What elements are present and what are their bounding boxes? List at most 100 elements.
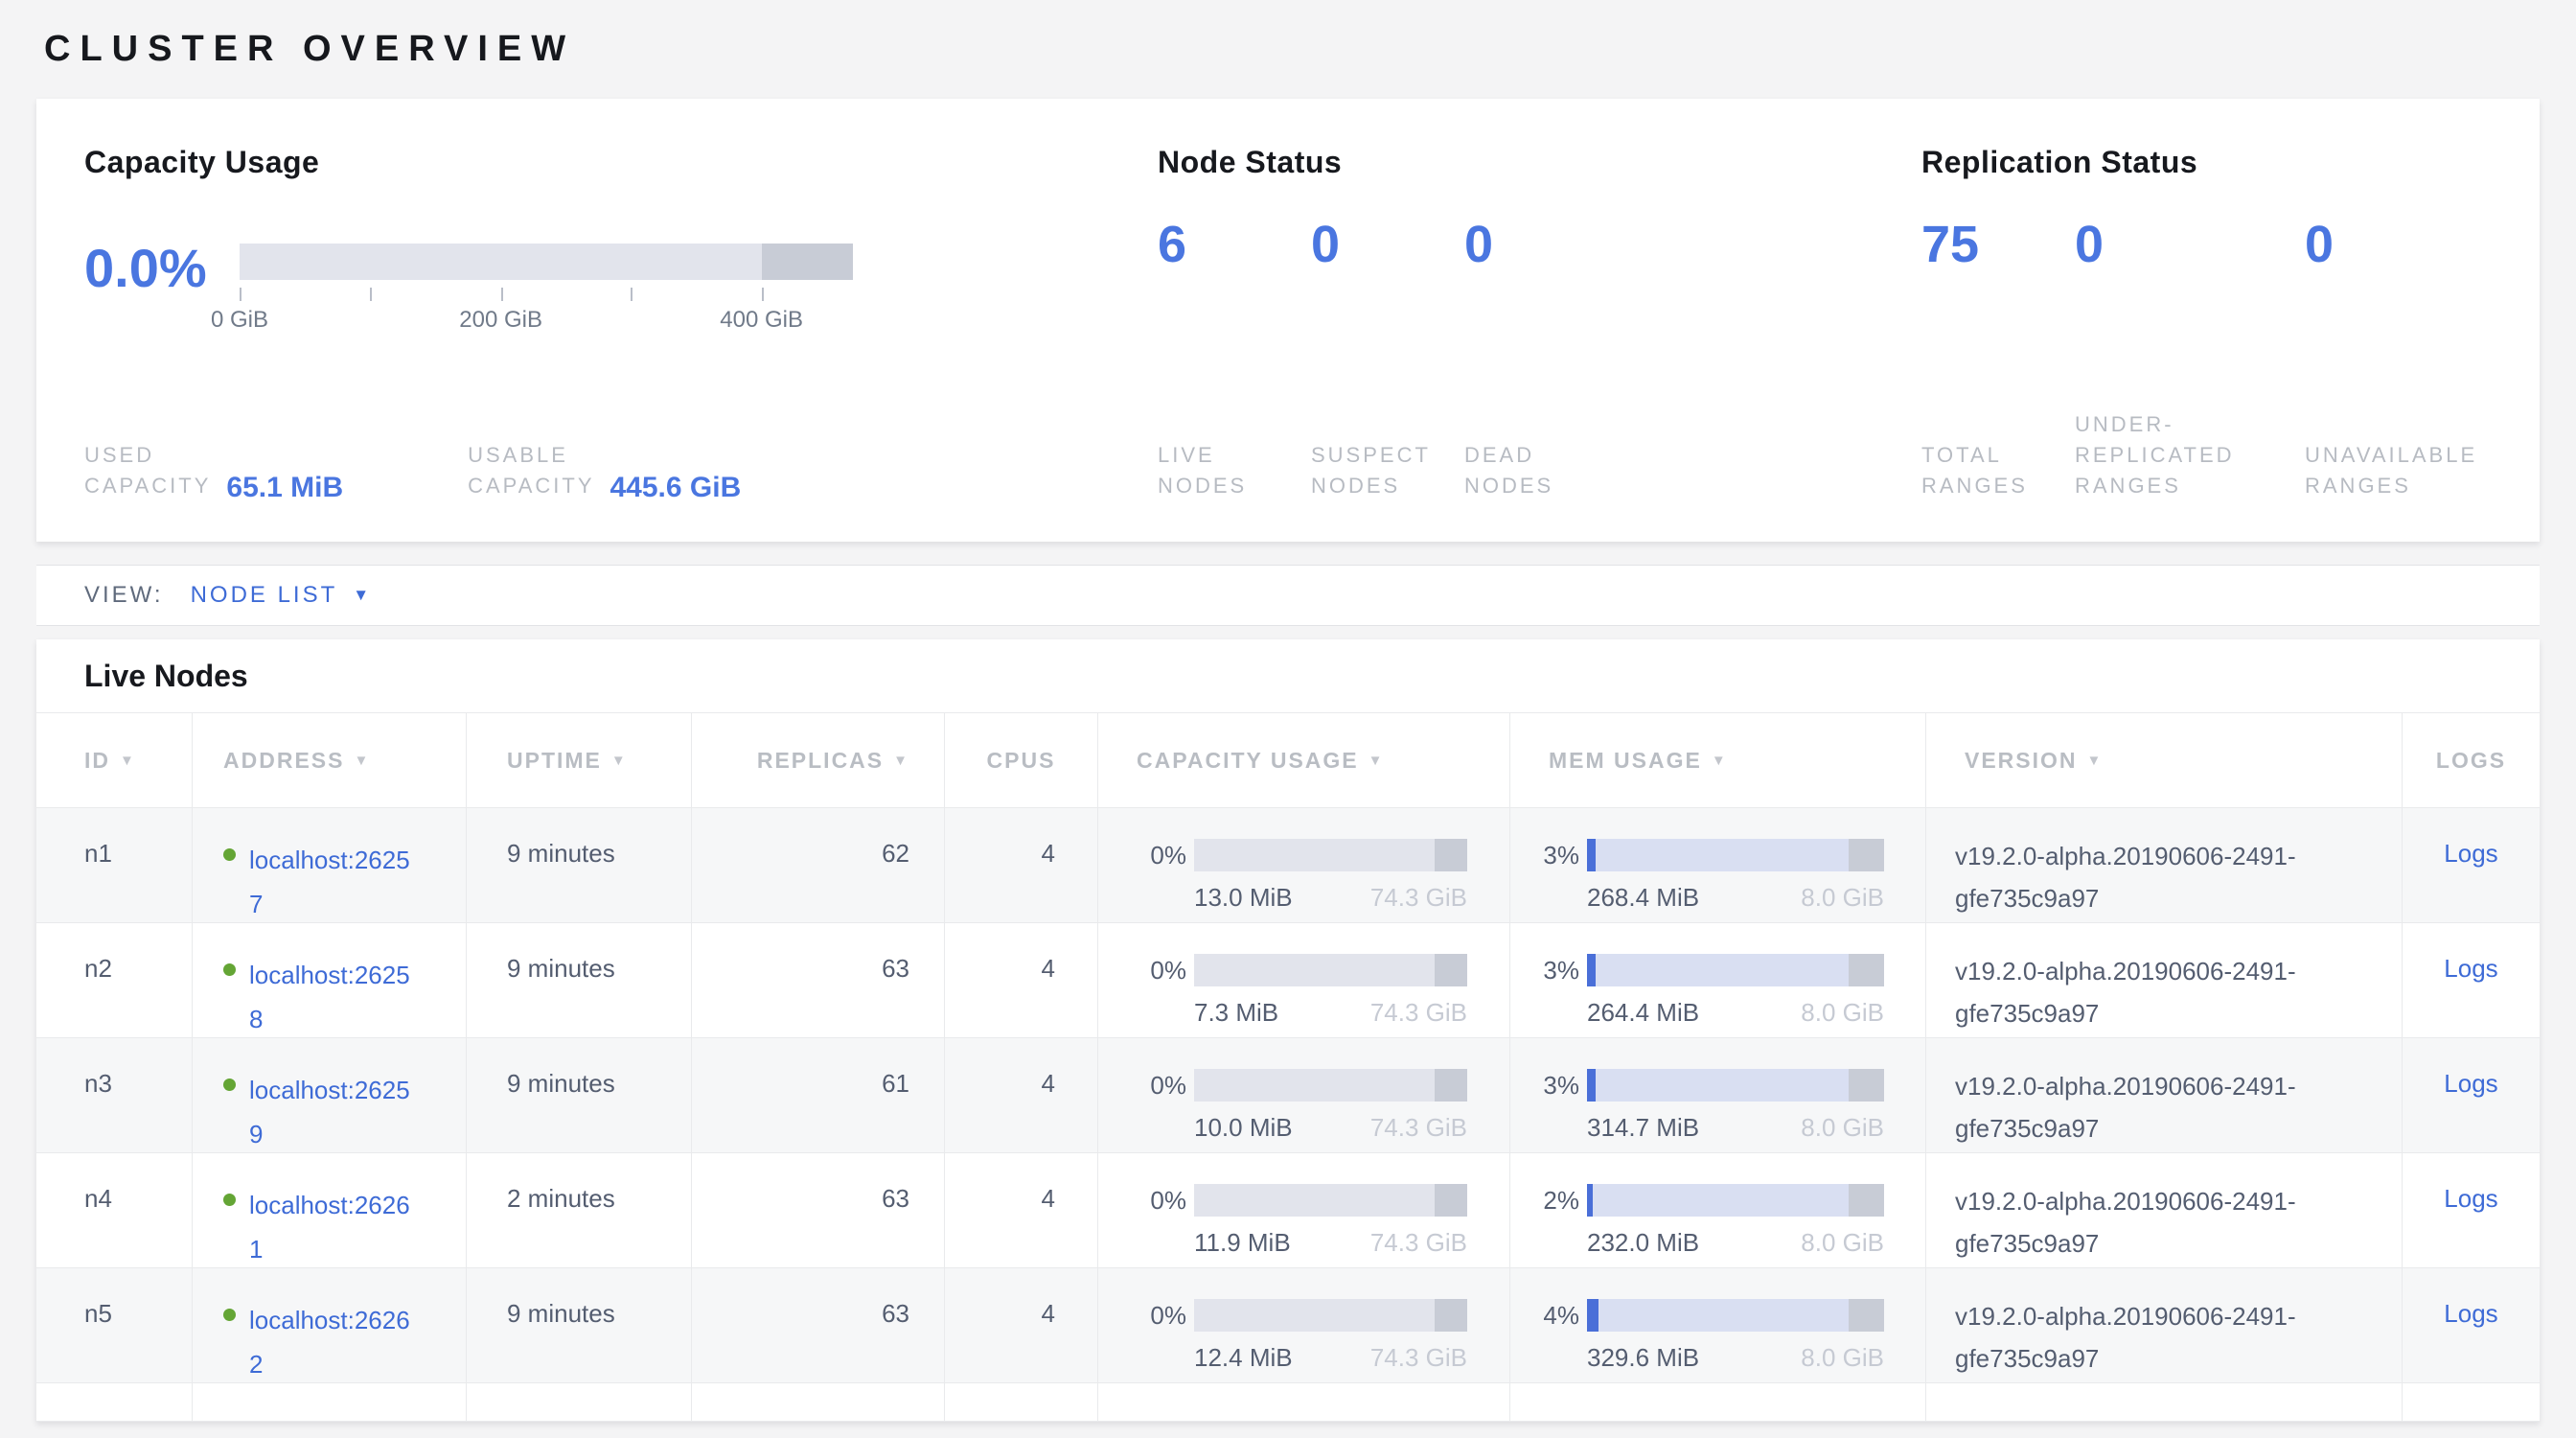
node-logs-cell: Logs <box>2403 808 2540 922</box>
node-live-status-icon <box>223 1309 236 1321</box>
node-cpus-cell: 4 <box>945 1038 1098 1152</box>
used-capacity-stat: USED CAPACITY 65.1 MiB <box>84 440 343 501</box>
sort-icon: ▼ <box>1712 753 1728 769</box>
memory-bar-fill <box>1587 1069 1596 1102</box>
node-uptime: 9 minutes <box>507 1069 615 1098</box>
capacity-usage-minibar <box>1194 1184 1467 1217</box>
column-header-uptime[interactable]: UPTIME ▼ <box>467 713 692 807</box>
capacity-bar-tick <box>501 288 503 301</box>
table-cell-empty <box>692 1383 945 1421</box>
capacity-used: 7.3 MiB <box>1194 998 1278 1028</box>
node-logs-cell: Logs <box>2403 1153 2540 1267</box>
replication-status-section: Replication Status 75 TOTAL RANGES 0 UND… <box>1921 145 2492 501</box>
node-replicas-cell: 63 <box>692 1153 945 1267</box>
node-version: v19.2.0-alpha.20190606-2491-gfe735c9a97 <box>1955 1072 2296 1143</box>
under-replicated-ranges-stat: 0 UNDER- REPLICATED RANGES <box>2075 219 2305 501</box>
mem-usage-minibar <box>1587 1069 1884 1102</box>
logs-link[interactable]: Logs <box>2444 954 2497 983</box>
capacity-bar-ticks: 0 GiB200 GiB400 GiB <box>240 280 853 339</box>
node-version-cell: v19.2.0-alpha.20190606-2491-gfe735c9a97 <box>1926 923 2403 1037</box>
node-version-cell: v19.2.0-alpha.20190606-2491-gfe735c9a97 <box>1926 1268 2403 1382</box>
logs-link[interactable]: Logs <box>2444 1299 2497 1328</box>
node-replicas-cell: 63 <box>692 923 945 1037</box>
node-capacity-cell: 0% 10.0 MiB 74.3 GiB <box>1098 1038 1510 1152</box>
node-capacity-cell: 0% 12.4 MiB 74.3 GiB <box>1098 1268 1510 1382</box>
capacity-usage-title: Capacity Usage <box>84 145 1062 180</box>
table-row: n4 localhost:26261 2 minutes 63 4 0% 11.… <box>36 1153 2540 1268</box>
memory-percent: 4% <box>1537 1301 1579 1331</box>
suspect-nodes-count: 0 <box>1311 219 1464 270</box>
node-id: n5 <box>84 1299 112 1328</box>
memory-percent: 3% <box>1537 956 1579 986</box>
column-header-capacity-usage[interactable]: CAPACITY USAGE ▼ <box>1098 713 1510 807</box>
capacity-bar-reserved <box>1435 1184 1467 1217</box>
node-address-cell: localhost:26258 <box>193 923 467 1037</box>
memory-bar-fill <box>1587 1184 1593 1217</box>
node-replicas: 63 <box>882 1184 909 1213</box>
node-id: n4 <box>84 1184 112 1213</box>
capacity-bar-tick <box>762 288 764 301</box>
column-header-replicas[interactable]: REPLICAS ▼ <box>692 713 945 807</box>
node-address-cell: localhost:26261 <box>193 1153 467 1267</box>
live-nodes-table-body: n1 localhost:26257 9 minutes 62 4 0% 13.… <box>36 808 2540 1422</box>
memory-bar-fill <box>1587 839 1596 871</box>
node-address-link[interactable]: localhost:26257 <box>249 839 418 926</box>
column-header-address[interactable]: ADDRESS ▼ <box>193 713 467 807</box>
column-header-label: ID <box>84 748 110 774</box>
suspect-nodes-label: SUSPECT NODES <box>1311 440 1464 501</box>
memory-used: 232.0 MiB <box>1587 1228 1699 1258</box>
table-row: n2 localhost:26258 9 minutes 63 4 0% 7.3… <box>36 923 2540 1038</box>
node-id-cell: n5 <box>36 1268 193 1382</box>
node-address-link[interactable]: localhost:26258 <box>249 954 418 1041</box>
node-id: n2 <box>84 954 112 983</box>
node-capacity-cell: 0% 13.0 MiB 74.3 GiB <box>1098 808 1510 922</box>
column-header-logs: LOGS <box>2403 713 2540 807</box>
node-mem-cell: 3% 268.4 MiB 8.0 GiB <box>1510 808 1926 922</box>
capacity-usage-minibar <box>1194 1069 1467 1102</box>
column-header-id[interactable]: ID ▼ <box>36 713 193 807</box>
node-logs-cell: Logs <box>2403 923 2540 1037</box>
memory-total: 8.0 GiB <box>1801 883 1884 913</box>
usable-capacity-label: USABLE CAPACITY <box>468 440 594 501</box>
node-cpus: 4 <box>1042 954 1055 983</box>
total-ranges-label: TOTAL RANGES <box>1921 440 2075 501</box>
node-cpus: 4 <box>1042 1184 1055 1213</box>
node-version-cell: v19.2.0-alpha.20190606-2491-gfe735c9a97 <box>1926 808 2403 922</box>
suspect-nodes-stat: 0 SUSPECT NODES <box>1311 219 1464 501</box>
table-cell-empty <box>193 1383 467 1421</box>
sort-icon: ▼ <box>120 753 136 769</box>
table-cell-empty <box>467 1383 692 1421</box>
column-header-mem-usage[interactable]: MEM USAGE ▼ <box>1510 713 1926 807</box>
node-address-link[interactable]: localhost:26259 <box>249 1069 418 1156</box>
node-replicas: 63 <box>882 1299 909 1328</box>
capacity-bar-reserved <box>1435 1299 1467 1332</box>
view-selector-dropdown[interactable]: NODE LIST ▼ <box>191 582 370 609</box>
node-capacity-cell: 0% 11.9 MiB 74.3 GiB <box>1098 1153 1510 1267</box>
node-replicas-cell: 62 <box>692 808 945 922</box>
node-address-link[interactable]: localhost:26262 <box>249 1299 418 1386</box>
column-header-label: UPTIME <box>507 748 602 774</box>
logs-link[interactable]: Logs <box>2444 1184 2497 1213</box>
capacity-bar-reserved <box>1435 954 1467 986</box>
node-address-link[interactable]: localhost:26261 <box>249 1184 418 1271</box>
logs-link[interactable]: Logs <box>2444 1069 2497 1098</box>
node-version: v19.2.0-alpha.20190606-2491-gfe735c9a97 <box>1955 957 2296 1028</box>
column-header-label: REPLICAS <box>757 748 884 774</box>
node-uptime: 9 minutes <box>507 839 615 868</box>
mem-usage-minibar <box>1587 954 1884 986</box>
mem-usage-minibar <box>1587 1184 1884 1217</box>
node-replicas: 62 <box>882 839 909 868</box>
table-cell-empty <box>1098 1383 1510 1421</box>
column-header-label: MEM USAGE <box>1549 748 1702 774</box>
logs-link[interactable]: Logs <box>2444 839 2497 868</box>
sort-icon: ▼ <box>893 753 909 769</box>
column-header-version[interactable]: VERSION ▼ <box>1926 713 2403 807</box>
capacity-bar-reserved <box>1435 839 1467 871</box>
capacity-total: 74.3 GiB <box>1370 1343 1467 1373</box>
capacity-bar-reserved-summary <box>762 244 853 280</box>
node-address-cell: localhost:26257 <box>193 808 467 922</box>
table-row: n3 localhost:26259 9 minutes 61 4 0% 10.… <box>36 1038 2540 1153</box>
node-uptime: 9 minutes <box>507 1299 615 1328</box>
capacity-usage-minibar <box>1194 839 1467 871</box>
node-live-status-icon <box>223 1078 236 1091</box>
